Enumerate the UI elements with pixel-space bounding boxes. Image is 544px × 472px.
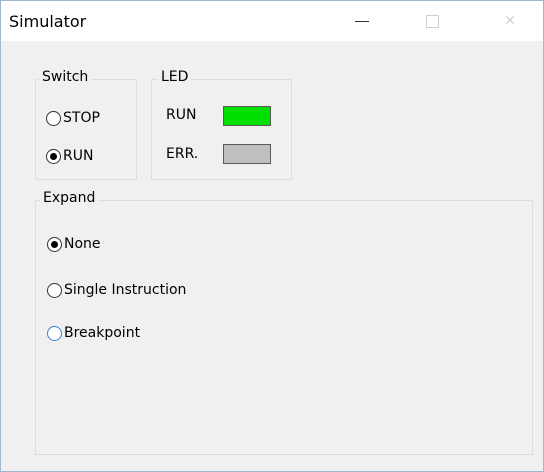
maximize-button[interactable] xyxy=(409,1,455,41)
radio-unselected-icon xyxy=(47,325,62,341)
led-run-label: RUN xyxy=(166,107,197,123)
switch-legend: Switch xyxy=(39,69,92,85)
expand-legend: Expand xyxy=(40,190,99,206)
close-icon: ✕ xyxy=(504,13,516,29)
simulator-window: Simulator ✕ Switch STOP RUN LED RUN ERR.… xyxy=(0,0,544,472)
expand-option-breakpoint[interactable]: Breakpoint xyxy=(47,322,140,344)
title-bar[interactable]: Simulator ✕ xyxy=(1,1,543,41)
led-group xyxy=(151,79,292,180)
switch-option-stop[interactable]: STOP xyxy=(46,107,100,129)
switch-option-label: STOP xyxy=(63,110,100,126)
radio-selected-icon xyxy=(47,236,62,252)
expand-option-label: Breakpoint xyxy=(64,325,141,341)
expand-option-none[interactable]: None xyxy=(47,233,101,255)
led-err-label: ERR. xyxy=(166,146,199,162)
window-title: Simulator xyxy=(9,12,87,31)
switch-option-run[interactable]: RUN xyxy=(46,145,93,167)
switch-option-label: RUN xyxy=(63,148,94,164)
minimize-icon xyxy=(355,20,369,22)
expand-option-label: Single Instruction xyxy=(64,282,187,298)
close-button[interactable]: ✕ xyxy=(487,1,533,41)
radio-unselected-icon xyxy=(47,282,62,298)
led-legend: LED xyxy=(158,69,192,85)
expand-option-single-instruction[interactable]: Single Instruction xyxy=(47,279,186,301)
expand-option-label: None xyxy=(64,236,101,252)
minimize-button[interactable] xyxy=(339,1,385,41)
radio-unselected-icon xyxy=(46,110,61,126)
led-run-indicator xyxy=(223,106,271,126)
radio-selected-icon xyxy=(46,148,61,164)
led-err-indicator xyxy=(223,144,271,164)
maximize-icon xyxy=(425,14,439,28)
